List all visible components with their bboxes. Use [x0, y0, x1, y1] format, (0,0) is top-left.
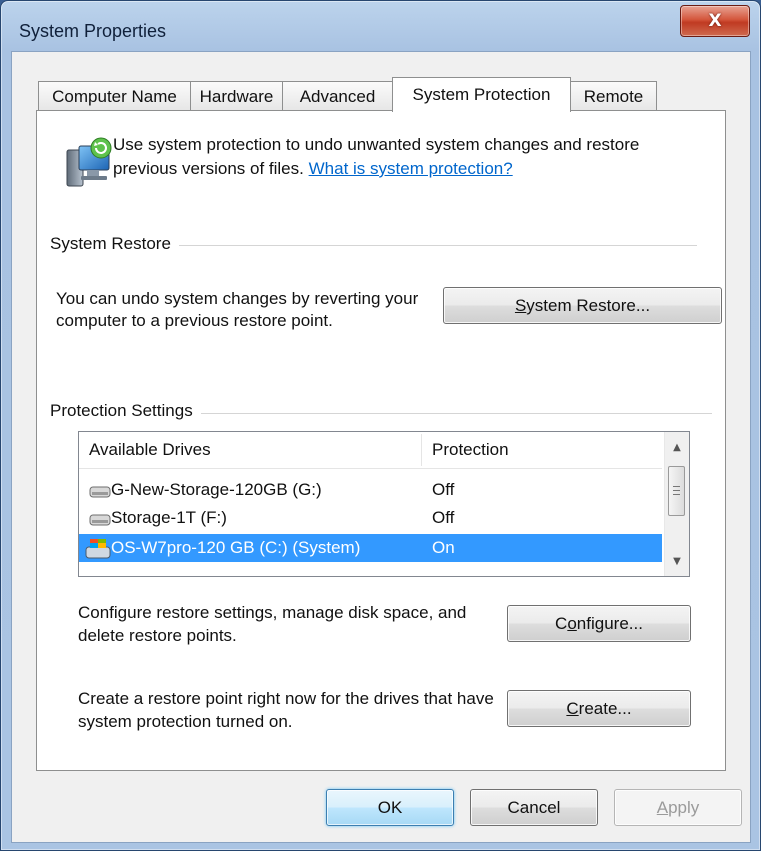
- drive-row-selected[interactable]: OS-W7pro-120 GB (C:) (System) On: [79, 534, 662, 562]
- create-button-label: reate...: [578, 698, 632, 718]
- scroll-down-arrow-icon[interactable]: ▼: [667, 550, 687, 572]
- apply-button-label: pply: [668, 797, 700, 817]
- close-button[interactable]: X: [680, 5, 750, 37]
- tab-system-protection[interactable]: System Protection: [392, 77, 571, 112]
- what-is-system-protection-link[interactable]: What is system protection?: [309, 159, 513, 178]
- system-restore-mnemonic: S: [514, 295, 527, 315]
- tab-advanced[interactable]: Advanced: [282, 81, 393, 111]
- system-restore-description: You can undo system changes by reverting…: [56, 289, 419, 330]
- hard-drive-icon: [89, 486, 111, 498]
- drive-name: G-New-Storage-120GB (G:): [111, 480, 322, 499]
- system-restore-button[interactable]: System Restore...: [443, 287, 722, 324]
- drives-list-scrollbar[interactable]: ▲ ▼: [664, 432, 689, 576]
- system-protection-panel: Use system protection to undo unwanted s…: [36, 110, 726, 771]
- drives-list-header: Available Drives Protection: [79, 432, 662, 469]
- drive-protection-status: On: [432, 538, 455, 557]
- scroll-thumb[interactable]: [668, 466, 685, 516]
- drive-name: OS-W7pro-120 GB (C:) (System): [111, 538, 361, 557]
- ok-button[interactable]: OK: [326, 789, 454, 826]
- system-restore-group-label: System Restore: [50, 234, 179, 254]
- scroll-up-arrow-icon[interactable]: ▲: [667, 436, 687, 458]
- system-protection-icon: [66, 137, 112, 187]
- tab-computer-name[interactable]: Computer Name: [38, 81, 191, 111]
- system-properties-window: System Properties X Computer Name Hardwa…: [0, 0, 761, 851]
- drives-list[interactable]: Available Drives Protection G-New-Storag…: [78, 431, 690, 577]
- title-bar[interactable]: System Properties X: [1, 1, 760, 49]
- column-available-drives[interactable]: Available Drives: [89, 432, 211, 468]
- apply-mnemonic: A: [656, 797, 669, 817]
- drive-row[interactable]: G-New-Storage-120GB (G:) Off: [79, 476, 662, 504]
- create-description: Create a restore point right now for the…: [78, 689, 494, 731]
- tab-hardware[interactable]: Hardware: [190, 81, 283, 111]
- dialog-client-area: Computer Name Hardware Advanced System P…: [11, 51, 751, 843]
- configure-description: Configure restore settings, manage disk …: [78, 603, 467, 645]
- intro-text: Use system protection to undo unwanted s…: [113, 133, 673, 181]
- create-button[interactable]: Create...: [507, 690, 691, 727]
- hard-drive-icon: [89, 514, 111, 526]
- system-restore-button-label: ystem Restore...: [526, 295, 651, 315]
- column-protection[interactable]: Protection: [432, 432, 509, 468]
- tab-remote[interactable]: Remote: [570, 81, 657, 111]
- configure-mnemonic: o: [567, 613, 577, 633]
- configure-button-label: nfigure...: [576, 613, 643, 633]
- apply-button[interactable]: Apply: [614, 789, 742, 826]
- drive-row[interactable]: Storage-1T (F:) Off: [79, 504, 662, 532]
- drive-protection-status: Off: [432, 508, 455, 527]
- create-mnemonic: C: [566, 698, 579, 718]
- protection-settings-group-label: Protection Settings: [50, 401, 201, 421]
- column-separator: [421, 434, 422, 466]
- system-drive-icon: [85, 539, 111, 559]
- configure-button-label-start: C: [555, 613, 568, 633]
- drive-name: Storage-1T (F:): [111, 508, 227, 527]
- drive-protection-status: Off: [432, 480, 455, 499]
- window-title: System Properties: [19, 21, 167, 41]
- configure-button[interactable]: Co nfigure...: [507, 605, 691, 642]
- cancel-button[interactable]: Cancel: [470, 789, 598, 826]
